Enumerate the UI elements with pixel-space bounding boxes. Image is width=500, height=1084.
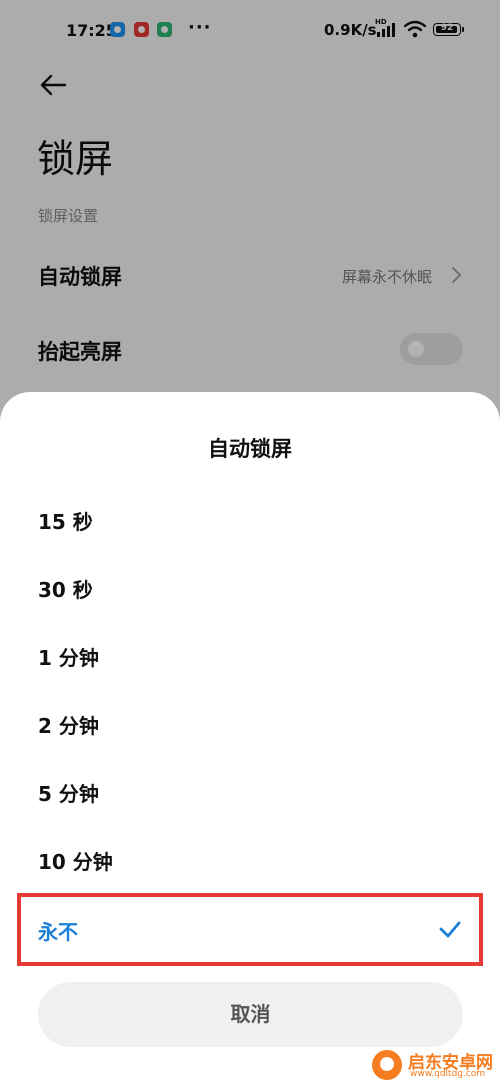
option-label: 10 分钟 [38,850,113,874]
highlight-box [17,893,483,966]
option-label: 5 分钟 [38,782,99,806]
watermark-url: www.qdltdg.com [410,1069,486,1079]
watermark-logo-icon [372,1050,402,1080]
cancel-button[interactable]: 取消 [38,982,463,1047]
option-label: 2 分钟 [38,714,99,738]
option-1-minute[interactable]: 1 分钟 [0,622,500,690]
sheet-title: 自动锁屏 [208,437,292,461]
option-label: 1 分钟 [38,646,99,670]
option-10-minutes[interactable]: 10 分钟 [0,826,500,894]
option-label: 30 秒 [38,578,93,602]
watermark: 启东安卓网 www.qdltdg.com [372,1044,500,1084]
option-15-seconds[interactable]: 15 秒 [0,486,500,554]
option-label: 15 秒 [38,510,93,534]
option-30-seconds[interactable]: 30 秒 [0,554,500,622]
option-2-minutes[interactable]: 2 分钟 [0,690,500,758]
option-5-minutes[interactable]: 5 分钟 [0,758,500,826]
